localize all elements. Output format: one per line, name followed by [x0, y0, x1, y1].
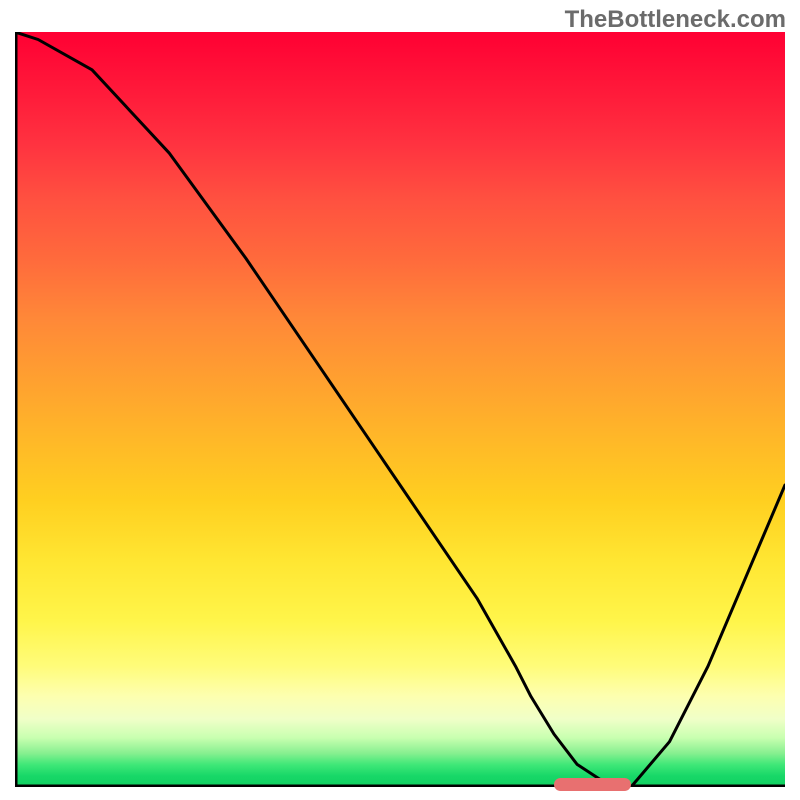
- optimal-range-marker: [554, 778, 631, 791]
- watermark-text: TheBottleneck.com: [565, 6, 786, 34]
- axes-layer: [15, 32, 785, 787]
- plot-area: [15, 32, 785, 787]
